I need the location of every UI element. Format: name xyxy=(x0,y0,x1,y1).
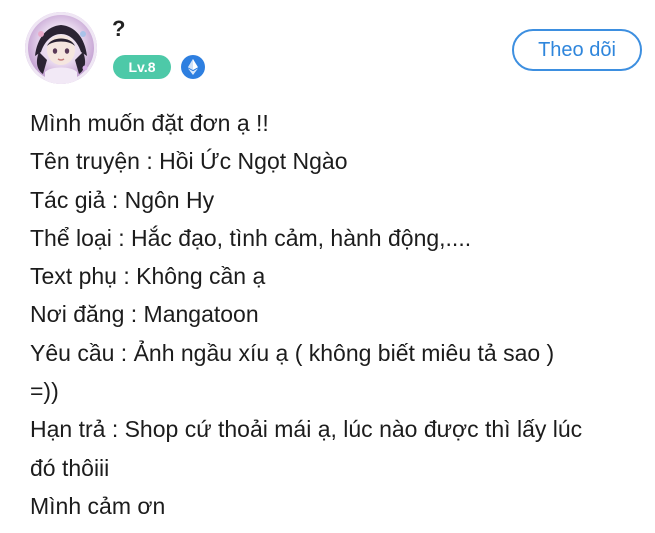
post-line: đó thôiii xyxy=(30,454,110,481)
post-line: =)) xyxy=(30,378,59,405)
post-header: ? Lv.8 Theo dõi xyxy=(0,0,655,100)
username[interactable]: ? xyxy=(112,16,125,42)
post-line: Mình cảm ơn xyxy=(30,492,166,519)
ethereum-icon xyxy=(181,55,205,79)
post-content: Mình muốn đặt đơn ạ !! Tên truyện : Hồi … xyxy=(30,104,645,525)
post-line: Mình muốn đặt đơn ạ !! xyxy=(30,110,269,136)
post-line: Nơi đăng : Mangatoon xyxy=(30,301,259,328)
post-line: Yêu cầu : Ảnh ngầu xíu ạ ( không biết mi… xyxy=(30,339,555,366)
post-line: Tên truyện : Hồi Ức Ngọt Ngào xyxy=(30,148,348,175)
user-avatar[interactable] xyxy=(25,12,97,84)
post-line: Hạn trả : Shop cứ thoải mái ạ, lúc nào đ… xyxy=(30,416,583,443)
level-badge: Lv.8 xyxy=(113,55,171,79)
avatar-image xyxy=(35,25,88,84)
follow-button[interactable]: Theo dõi xyxy=(512,29,642,71)
post-line: Tác giả : Ngôn Hy xyxy=(30,186,215,213)
post-line: Thể loại : Hắc đạo, tình cảm, hành động,… xyxy=(30,224,472,251)
post-line: Text phụ : Không cần ạ xyxy=(30,263,266,290)
